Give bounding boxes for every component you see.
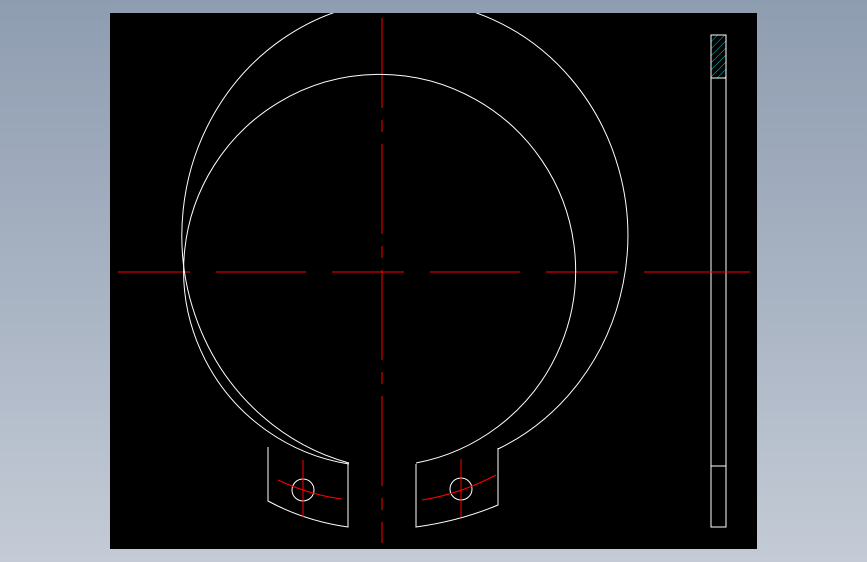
side-view-hatched-section [710,34,727,79]
circlip-drawing [118,13,750,543]
left-hole-arc-mark [277,479,343,500]
cad-viewport[interactable] [110,13,757,549]
inner-ring-arc [183,73,577,465]
side-view [688,34,750,528]
centerlines [118,18,750,543]
outer-ring-arc [181,13,629,464]
front-view [181,13,629,528]
lug-centermarks [277,459,497,517]
side-view-lug-section [710,465,727,528]
right-hole-arc-mark [421,474,497,501]
